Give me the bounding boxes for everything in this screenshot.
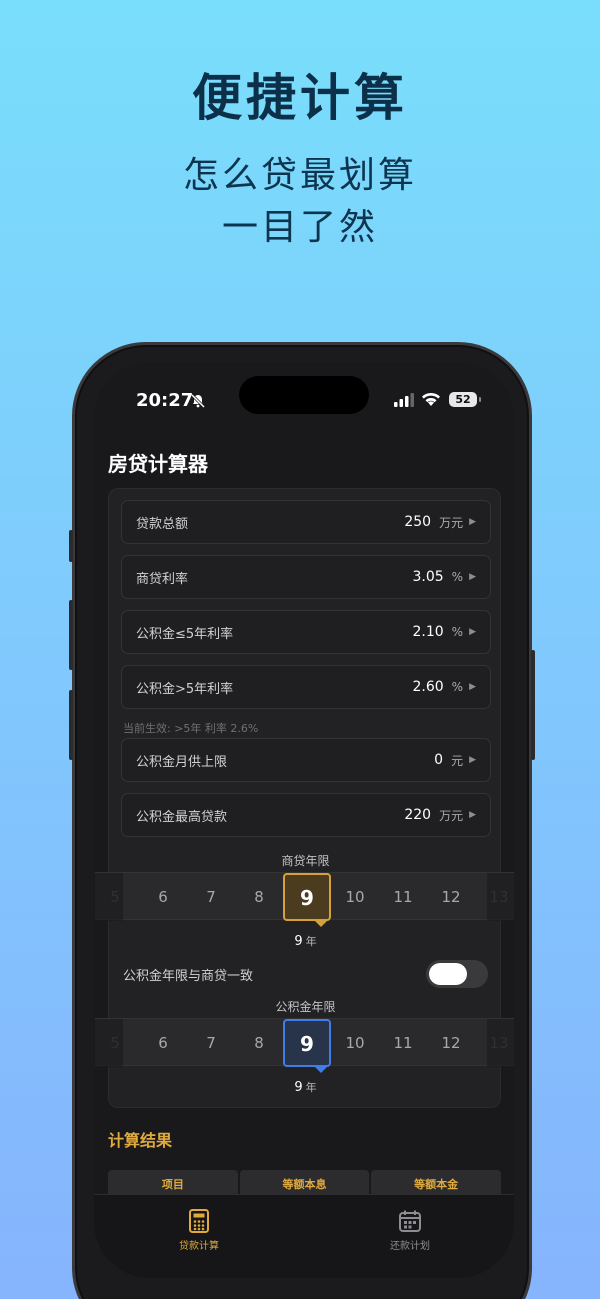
row-value: 0 [434,752,444,768]
play-arrow-icon: ▶ [469,810,476,820]
row-value: 2.10 [412,624,444,640]
picker-item[interactable]: 10 [331,873,379,921]
picker-fade-left [95,873,123,921]
fund-term-picker[interactable]: 5 6 7 8 9 10 11 12 13 [95,1018,514,1067]
fund-max-loan-row[interactable]: 公积金最高贷款 220 万元 ▶ [121,793,491,837]
picker-item[interactable]: 11 [379,1019,427,1067]
row-value: 220 [404,807,432,823]
row-unit: 万元 [439,808,464,823]
commercial-term-label: 商贷年限 [281,854,330,868]
picker-item[interactable]: 7 [187,1019,235,1067]
row-value: 3.05 [412,569,444,585]
fund-term-label: 公积金年限 [275,1000,336,1014]
hero-subtitle-2: 一目了然 [221,207,378,248]
loan-amount-row[interactable]: 贷款总额 250 万元 ▶ [121,500,491,544]
sync-term-toggle-row: 公积金年限与商贷一致 [123,959,488,989]
hero-title: 便捷计算 [192,69,408,127]
picker-selected-item[interactable]: 9 [283,1019,331,1067]
input-card: 贷款总额 250 万元 ▶ 商贷利率 3.05 % ▶ 公积金≤5年利率 2.1… [95,488,514,1108]
row-label: 商贷利率 [136,571,189,587]
picker-item[interactable]: 10 [331,1019,379,1067]
row-label: 公积金月供上限 [136,754,228,770]
row-label: 公积金最高贷款 [136,809,228,825]
row-unit: 万元 [439,515,464,530]
cellular-signal-icon [394,393,414,407]
volume-up-button [69,600,73,670]
row-unit: % [451,625,464,639]
action-button [69,530,73,562]
tab-bar: 贷款计算 还款计划 [94,1194,514,1278]
tab-loan-calc[interactable]: 贷款计算 [139,1209,259,1252]
row-unit: 元 [451,753,464,768]
dynamic-island [239,376,369,414]
volume-down-button [69,690,73,760]
picker-fade-left [95,1019,123,1067]
fund-monthly-cap-row[interactable]: 公积金月供上限 0 元 ▶ [121,738,491,782]
hero-subtitle-1: 怎么贷最划算 [182,155,417,196]
picker-indicator-triangle [315,1067,327,1073]
picker-fade-right [487,1019,514,1067]
play-arrow-icon: ▶ [469,517,476,527]
row-unit: % [451,570,464,584]
row-label: 公积金≤5年利率 [136,626,234,642]
tab-label: 贷款计算 [179,1241,219,1252]
picker-item[interactable]: 8 [235,1019,283,1067]
row-unit: % [451,680,464,694]
commercial-rate-row[interactable]: 商贷利率 3.05 % ▶ [121,555,491,599]
commercial-term-readout: 9年 [109,933,502,949]
phone-screen: 20:27 52 房贷计算器 贷款总额 250 万元 ▶ 商贷利率 3.05 %… [94,362,514,1278]
row-value: 250 [404,514,432,530]
calendar-icon [399,1210,421,1232]
row-value: 2.60 [412,679,444,695]
row-label: 公积金>5年利率 [136,681,234,697]
tab-label: 还款计划 [390,1241,430,1252]
picker-indicator-triangle [315,921,327,927]
readout-value: 9 [294,934,303,949]
sync-term-label: 公积金年限与商贷一致 [123,968,254,984]
readout-unit: 年 [305,1081,317,1094]
fund-rate-short-row[interactable]: 公积金≤5年利率 2.10 % ▶ [121,610,491,654]
play-arrow-icon: ▶ [469,755,476,765]
fund-term-readout: 9年 [109,1079,502,1095]
play-arrow-icon: ▶ [469,627,476,637]
picker-item[interactable]: 12 [427,1019,475,1067]
picker-item[interactable]: 6 [139,873,187,921]
picker-item[interactable]: 12 [427,873,475,921]
commercial-term-picker[interactable]: 5 6 7 8 9 10 11 12 13 [95,872,514,921]
calculator-icon [189,1209,209,1233]
picker-item[interactable]: 11 [379,873,427,921]
wifi-icon [422,392,440,406]
tab-repayment-plan[interactable]: 还款计划 [350,1209,470,1252]
readout-unit: 年 [305,935,317,948]
picker-fade-right [487,873,514,921]
picker-item[interactable]: 8 [235,873,283,921]
picker-item[interactable]: 7 [187,873,235,921]
effective-rate-hint: 当前生效: >5年 利率 2.6% [123,722,259,735]
battery-indicator: 52 [449,392,481,407]
picker-selected-item[interactable]: 9 [283,873,331,921]
sync-term-switch[interactable] [426,960,488,988]
play-arrow-icon: ▶ [469,572,476,582]
power-button [531,650,535,760]
switch-knob [429,963,467,985]
row-label: 贷款总额 [136,516,189,532]
readout-value: 9 [294,1080,303,1095]
picker-item[interactable]: 6 [139,1019,187,1067]
play-arrow-icon: ▶ [469,682,476,692]
results-title: 计算结果 [108,1131,173,1150]
fund-rate-long-row[interactable]: 公积金>5年利率 2.60 % ▶ [121,665,491,709]
app-title: 房贷计算器 [108,452,208,476]
bell-muted-icon [190,393,206,409]
status-time: 20:27 [136,390,194,411]
